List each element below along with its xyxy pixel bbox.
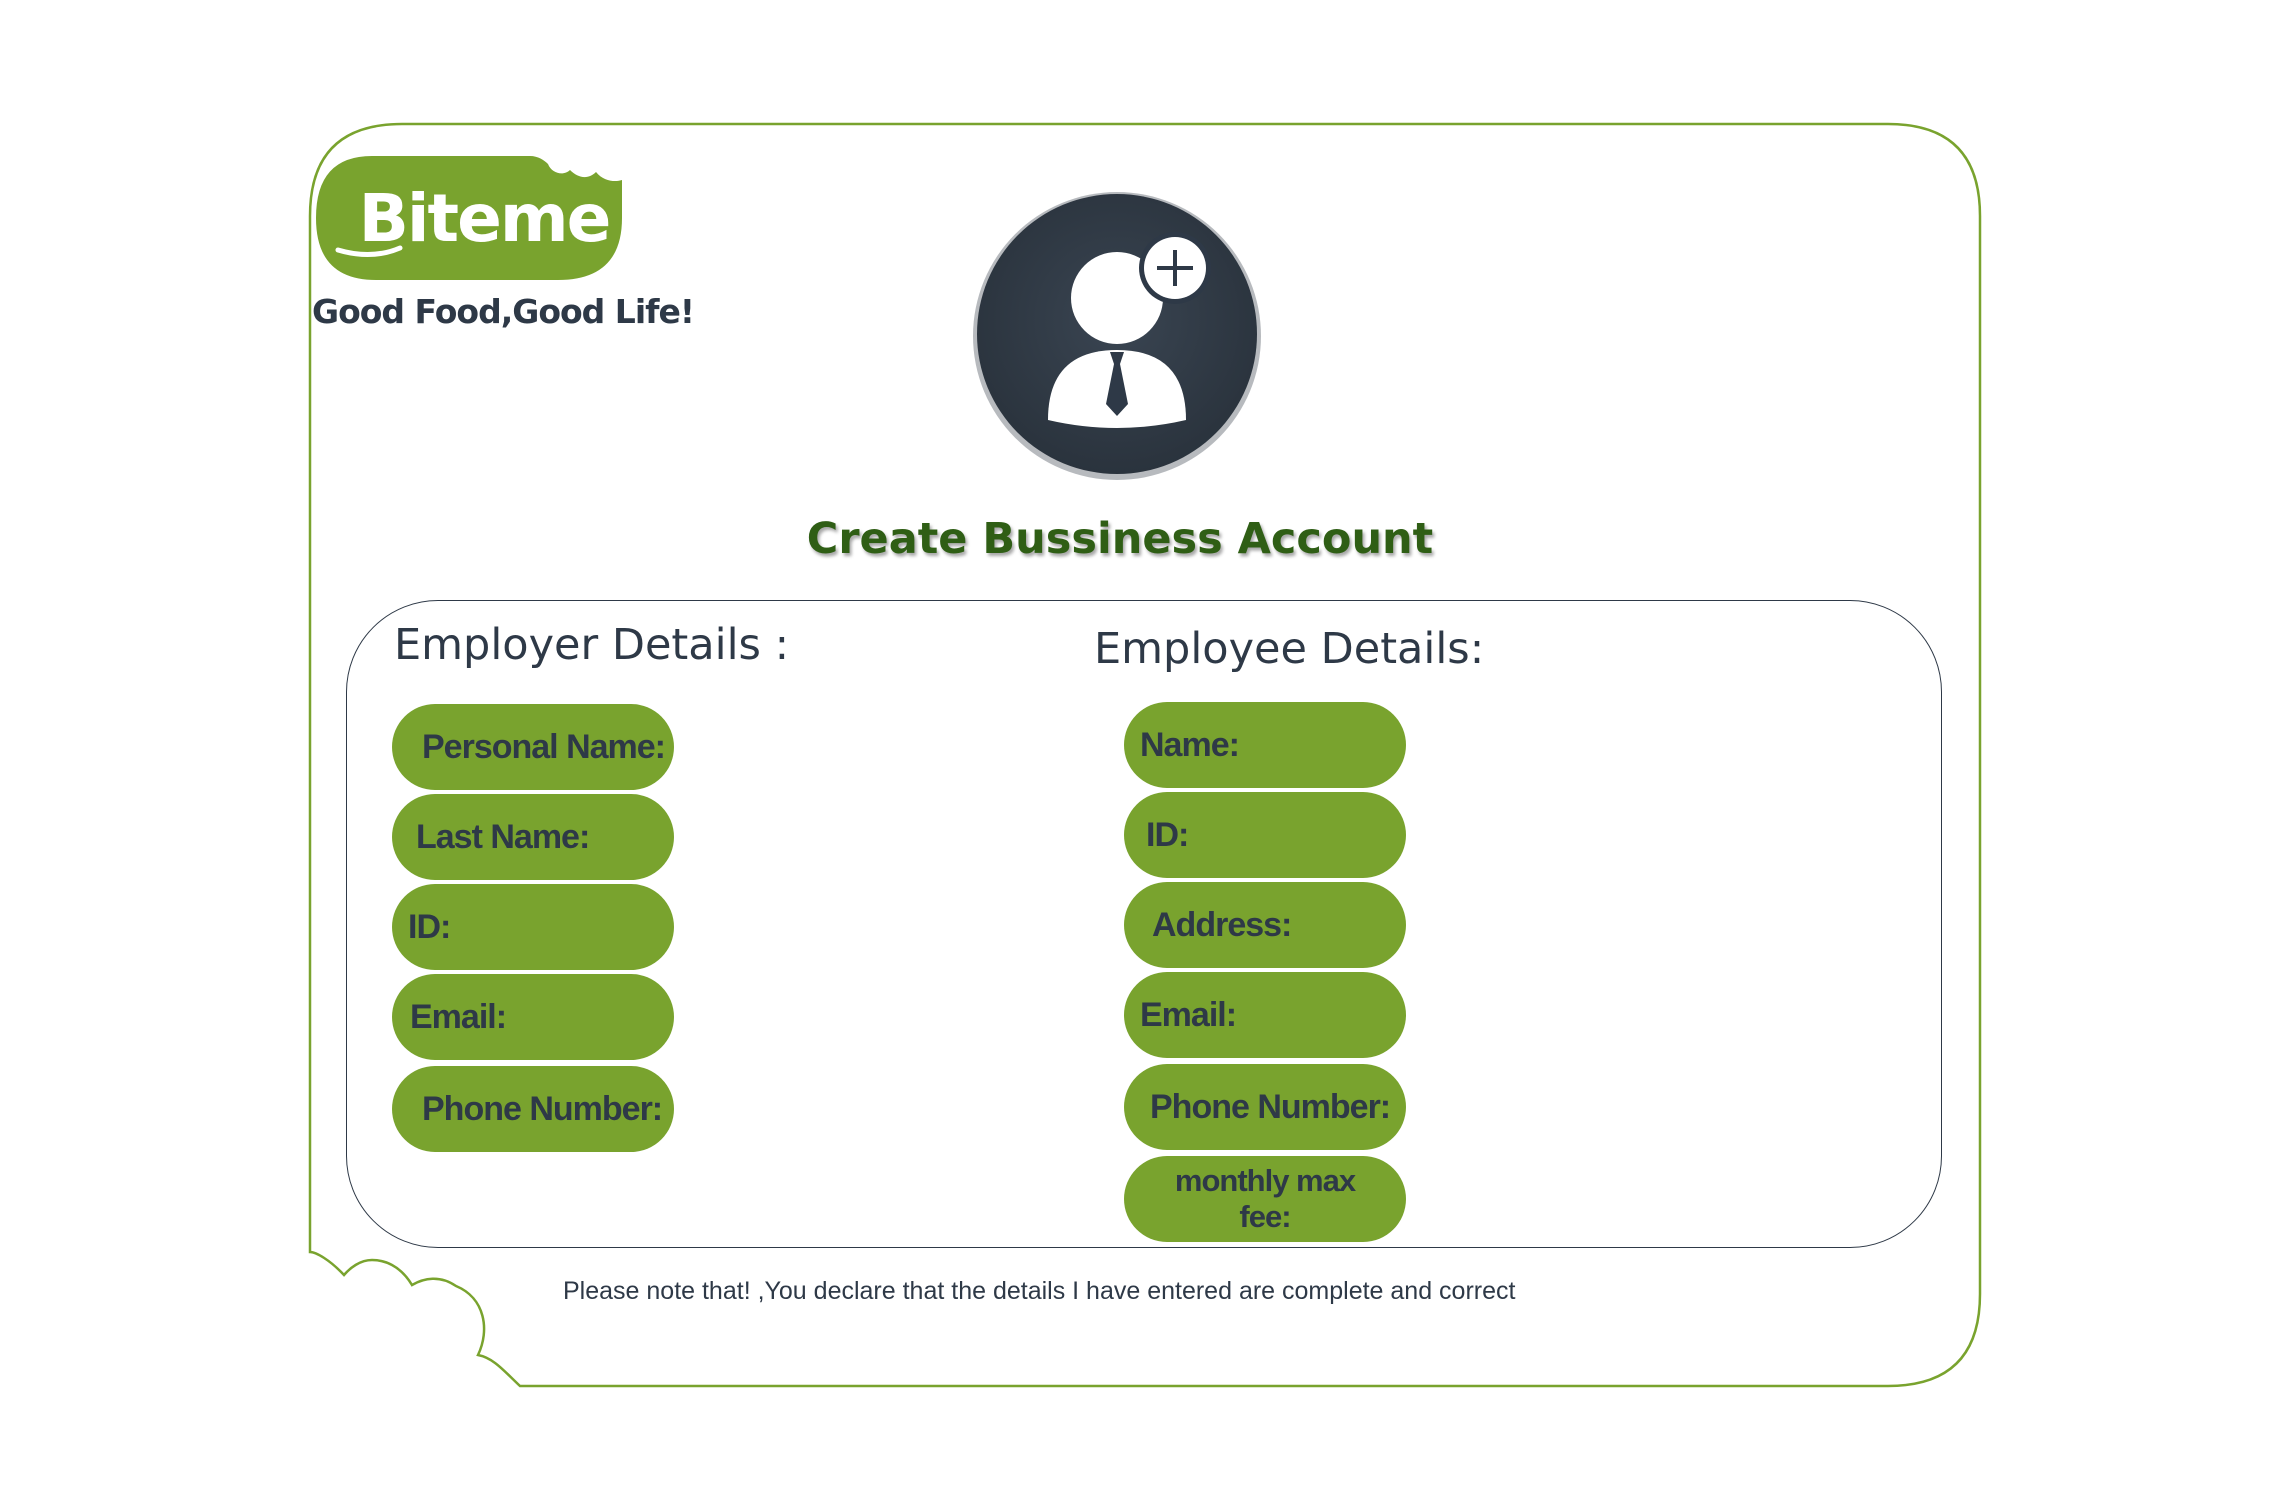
employee-id-field[interactable]: ID:	[1124, 792, 1406, 878]
biteme-logo: Biteme	[312, 152, 632, 284]
employee-details-title: Employee Details:	[1094, 624, 1485, 674]
logo-text: Biteme	[358, 179, 612, 257]
employee-email-field[interactable]: Email:	[1124, 972, 1406, 1058]
tagline: Good Food,Good Life!	[312, 292, 695, 331]
declaration-notice: Please note that! ,You declare that the …	[563, 1277, 1516, 1305]
employer-last-name-field[interactable]: Last Name:	[392, 794, 674, 880]
employer-id-field[interactable]: ID:	[392, 884, 674, 970]
employee-address-field[interactable]: Address:	[1124, 882, 1406, 968]
employer-email-field[interactable]: Email:	[392, 974, 674, 1060]
employee-name-field[interactable]: Name:	[1124, 702, 1406, 788]
employee-phone-number-field[interactable]: Phone Number:	[1124, 1064, 1406, 1150]
add-user-icon[interactable]	[972, 188, 1272, 488]
employer-phone-number-field[interactable]: Phone Number:	[392, 1066, 674, 1152]
page-title: Create Bussiness Account	[806, 514, 1434, 564]
employer-details-title: Employer Details :	[394, 620, 790, 670]
employer-personal-name-field[interactable]: Personal Name:	[392, 704, 674, 790]
employee-monthly-max-fee-field[interactable]: monthly max fee:	[1124, 1156, 1406, 1242]
